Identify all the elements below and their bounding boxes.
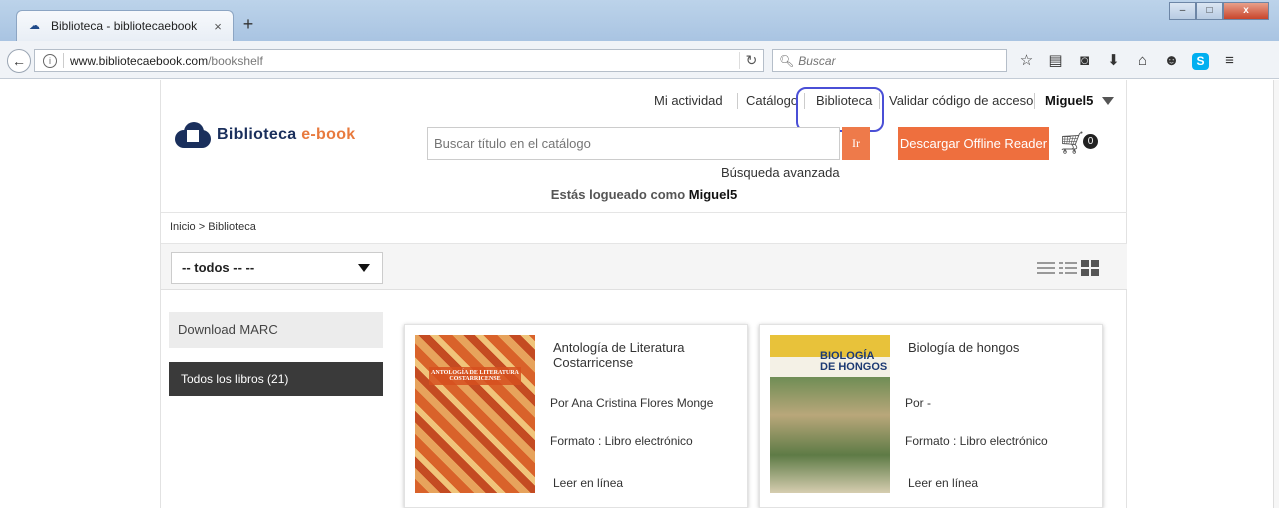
detail-list-view-icon[interactable] bbox=[1059, 260, 1077, 276]
download-marc-link[interactable]: Download MARC bbox=[169, 312, 383, 348]
star-icon[interactable]: ☆ bbox=[1012, 50, 1041, 72]
logo-main: Biblioteca bbox=[217, 126, 297, 143]
category-select[interactable]: -- todos -- -- bbox=[171, 252, 383, 284]
menu-icon[interactable]: ≡ bbox=[1215, 50, 1244, 72]
book-author: Por Ana Cristina Flores Monge bbox=[550, 396, 714, 410]
search-icon: 🔍︎ bbox=[779, 53, 795, 68]
cover-title-text: ANTOLOGÍA DE LITERATURA COSTARRICENSE bbox=[429, 367, 521, 385]
pocket-icon[interactable]: ◙ bbox=[1070, 50, 1099, 72]
breadcrumb[interactable]: Inicio > Biblioteca bbox=[170, 221, 256, 233]
cloud-favicon-icon: ☁ bbox=[29, 20, 40, 32]
logged-in-status: Estás logueado como Miguel5 bbox=[161, 187, 1127, 202]
top-navigation: Mi actividad Catálogo Biblioteca Validar… bbox=[161, 87, 1127, 132]
nav-separator bbox=[737, 93, 738, 109]
cloud-building-icon bbox=[175, 122, 211, 148]
nav-validate-code[interactable]: Validar código de acceso bbox=[889, 91, 1033, 111]
download-offline-reader-button[interactable]: Descargar Offline Reader bbox=[898, 127, 1049, 160]
book-cover-image[interactable]: BIOLOGÍA DE HONGOS bbox=[770, 335, 890, 493]
highlight-annotation bbox=[796, 87, 884, 132]
view-switcher bbox=[1037, 260, 1099, 276]
download-icon[interactable]: ⬇ bbox=[1099, 50, 1128, 72]
grid-view-icon[interactable] bbox=[1081, 260, 1099, 276]
catalog-search-input[interactable] bbox=[427, 127, 840, 160]
nav-my-activity[interactable]: Mi actividad bbox=[654, 91, 723, 111]
maximize-button[interactable]: □ bbox=[1196, 2, 1223, 20]
book-author: Por - bbox=[905, 396, 932, 410]
toolbar-icons: ☆ ▤ ◙ ⬇ ⌂ ☻ S ≡ bbox=[1012, 50, 1244, 72]
minimize-button[interactable]: – bbox=[1169, 2, 1196, 20]
browser-search-bar[interactable]: 🔍︎ bbox=[772, 49, 1007, 72]
tab-title: Biblioteca - bibliotecaebook bbox=[51, 19, 198, 33]
reload-icon[interactable]: ↻ bbox=[739, 52, 763, 69]
cart-icon: 🛒︎ bbox=[1058, 130, 1086, 155]
browser-tab[interactable]: ☁ Biblioteca - bibliotecaebook × bbox=[16, 10, 234, 41]
book-title[interactable]: Antología de Literatura Costarricense bbox=[553, 340, 733, 370]
all-books-filter[interactable]: Todos los libros (21) bbox=[169, 362, 383, 396]
url-separator bbox=[63, 53, 64, 68]
address-bar[interactable]: i www.bibliotecaebook.com/bookshelf ↻ bbox=[34, 49, 764, 72]
cover-title-text: BIOLOGÍA DE HONGOS bbox=[820, 350, 888, 373]
new-tab-button[interactable]: + bbox=[238, 15, 258, 35]
info-icon[interactable]: i bbox=[43, 53, 57, 68]
filter-bar: -- todos -- -- bbox=[161, 244, 1127, 290]
url-path: /bookshelf bbox=[208, 53, 263, 68]
list-view-icon[interactable] bbox=[1037, 260, 1055, 276]
page-container: Mi actividad Catálogo Biblioteca Validar… bbox=[160, 80, 1127, 508]
nav-user-menu[interactable]: Miguel5 bbox=[1045, 91, 1093, 111]
book-card[interactable]: ANTOLOGÍA DE LITERATURA COSTARRICENSE An… bbox=[404, 324, 748, 508]
book-card[interactable]: BIOLOGÍA DE HONGOS Biología de hongos Po… bbox=[759, 324, 1103, 508]
book-cover-image[interactable]: ANTOLOGÍA DE LITERATURA COSTARRICENSE bbox=[415, 335, 535, 493]
book-format: Formato : Libro electrónico bbox=[550, 434, 693, 448]
url-text[interactable]: www.bibliotecaebook.com/bookshelf bbox=[70, 54, 739, 68]
book-title[interactable]: Biología de hongos bbox=[908, 340, 1088, 355]
browser-titlebar: ☁ Biblioteca - bibliotecaebook × + – □ x bbox=[0, 0, 1279, 41]
browser-navbar: ← i www.bibliotecaebook.com/bookshelf ↻ … bbox=[0, 41, 1279, 79]
nav-separator bbox=[1034, 93, 1035, 109]
read-online-link[interactable]: Leer en línea bbox=[908, 476, 978, 490]
nav-catalog[interactable]: Catálogo bbox=[746, 91, 798, 111]
search-go-button[interactable]: Ir bbox=[842, 127, 870, 160]
cart-count-badge: 0 bbox=[1083, 134, 1098, 149]
read-online-link[interactable]: Leer en línea bbox=[553, 476, 623, 490]
window-controls: – □ x bbox=[1169, 2, 1269, 20]
book-format: Formato : Libro electrónico bbox=[905, 434, 1048, 448]
chat-icon[interactable]: ☻ bbox=[1157, 50, 1186, 72]
logged-user: Miguel5 bbox=[688, 187, 738, 202]
close-window-button[interactable]: x bbox=[1223, 2, 1269, 20]
divider bbox=[161, 212, 1127, 213]
reading-list-icon[interactable]: ▤ bbox=[1041, 50, 1070, 72]
cart[interactable]: 🛒︎ 0 bbox=[1058, 128, 1098, 158]
logo-text: Biblioteca e-book bbox=[217, 126, 355, 144]
chevron-down-icon bbox=[358, 264, 370, 272]
category-select-value: -- todos -- -- bbox=[182, 260, 255, 275]
page-scrollbar[interactable] bbox=[1273, 80, 1279, 508]
advanced-search-link[interactable]: Búsqueda avanzada bbox=[721, 165, 840, 180]
logged-prefix: Estás logueado como bbox=[550, 187, 686, 202]
user-dropdown-caret-icon[interactable] bbox=[1102, 97, 1114, 105]
back-arrow-icon[interactable]: ← bbox=[7, 49, 31, 73]
home-icon[interactable]: ⌂ bbox=[1128, 50, 1157, 72]
tab-close-icon[interactable]: × bbox=[211, 19, 225, 34]
site-logo[interactable]: Biblioteca e-book bbox=[175, 122, 355, 148]
skype-icon[interactable]: S bbox=[1186, 50, 1215, 72]
url-domain: www.bibliotecaebook.com bbox=[70, 53, 209, 68]
logo-accent: e-book bbox=[301, 126, 356, 143]
browser-search-input[interactable] bbox=[798, 53, 999, 68]
